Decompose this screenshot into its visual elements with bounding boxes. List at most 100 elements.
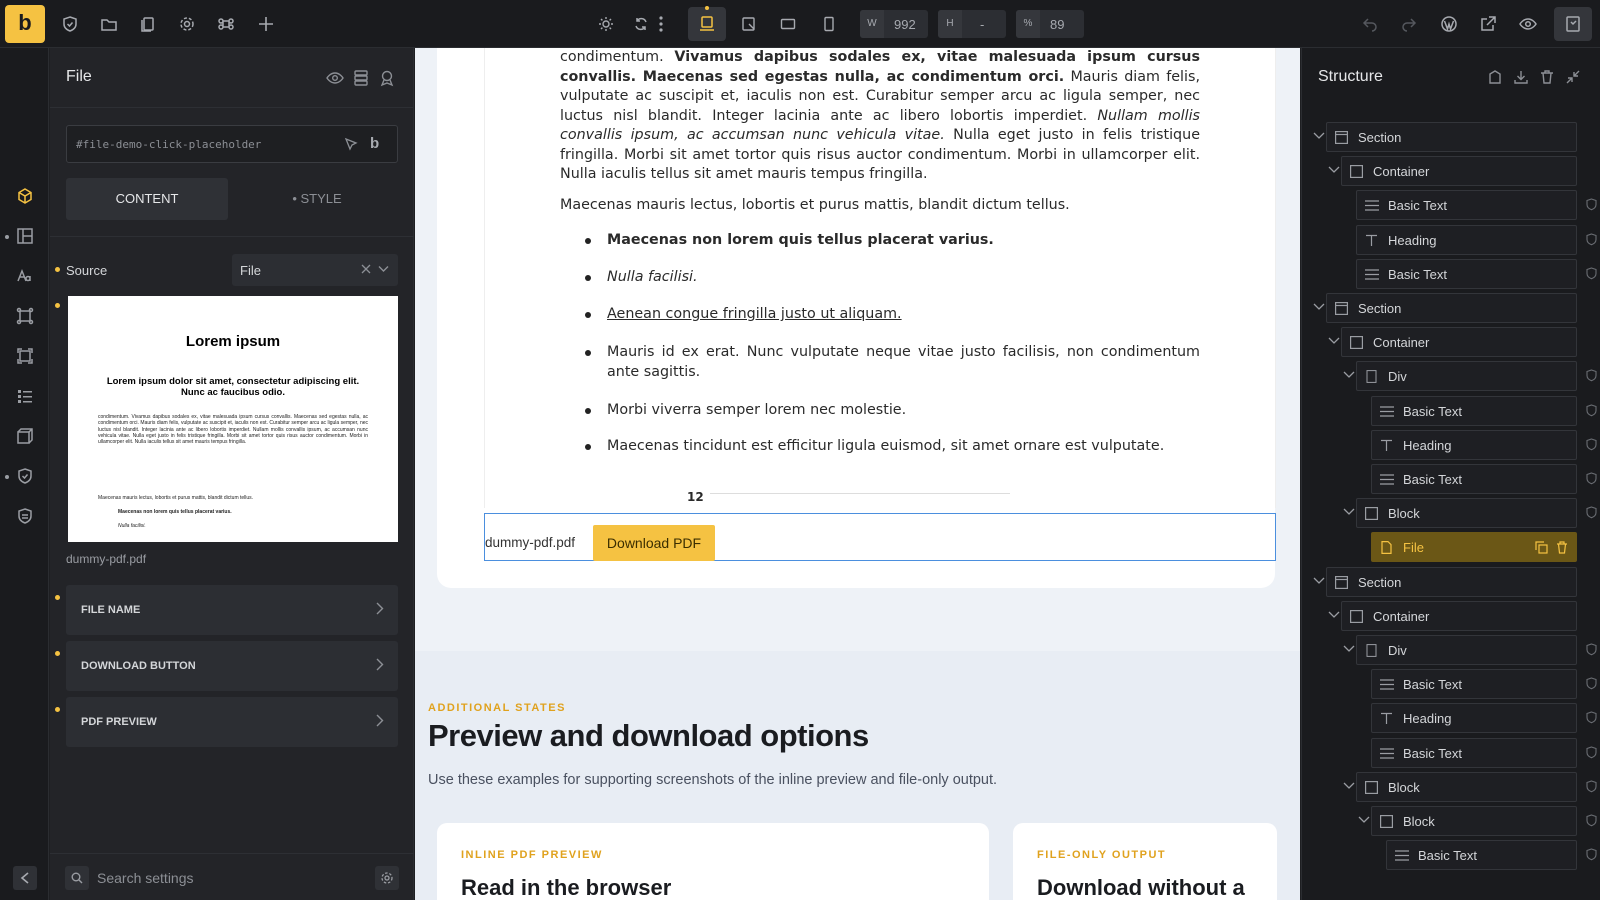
pdf-thumbnail[interactable]: Lorem ipsum Lorem ipsum dolor sit amet, … (68, 296, 398, 542)
box-3d-icon[interactable] (16, 427, 36, 447)
shield-code-icon[interactable] (16, 507, 36, 527)
eye-icon[interactable] (326, 69, 344, 87)
structure-node[interactable]: Div (1356, 635, 1577, 665)
shield-icon[interactable] (1586, 677, 1597, 690)
chevron-down-icon[interactable] (1313, 132, 1325, 144)
structure-node[interactable]: Heading (1371, 703, 1577, 734)
collapse-panel-button[interactable] (13, 866, 37, 890)
tablet-icon[interactable] (772, 8, 804, 40)
structure-node[interactable]: Basic Text (1356, 190, 1577, 221)
width-field[interactable]: W 992 (860, 10, 928, 38)
structure-node[interactable]: Heading (1356, 224, 1577, 255)
sun-icon[interactable] (590, 8, 622, 40)
layout-icon[interactable] (16, 227, 36, 247)
components-icon[interactable] (16, 307, 36, 327)
structure-node[interactable]: Div (1356, 361, 1577, 392)
zoom-field[interactable]: % 89 (1016, 10, 1084, 38)
badge-icon[interactable] (378, 69, 396, 87)
pages-icon[interactable] (132, 8, 164, 40)
refresh-icon[interactable] (625, 8, 657, 40)
chevron-down-icon[interactable] (1343, 782, 1355, 794)
collapse-icon[interactable] (1565, 69, 1581, 85)
chevron-down-icon[interactable] (1328, 611, 1340, 623)
shield-icon[interactable] (1586, 267, 1597, 280)
command-icon[interactable] (210, 8, 242, 40)
external-link-icon[interactable] (1472, 8, 1504, 40)
typography-icon[interactable] (16, 267, 36, 287)
structure-node[interactable]: Basic Text (1371, 395, 1577, 426)
clear-icon[interactable] (361, 264, 371, 274)
wordpress-icon[interactable] (1433, 8, 1465, 40)
mobile-icon[interactable] (813, 8, 845, 40)
structure-node[interactable]: Block (1356, 771, 1577, 802)
height-field[interactable]: H- (938, 10, 1006, 38)
pdf-preview[interactable]: condimentum. Vivamus dapibus sodales ex,… (484, 48, 1276, 508)
more-vertical-icon[interactable] (654, 8, 668, 40)
chevron-down-icon[interactable] (1328, 337, 1340, 349)
plus-icon[interactable] (250, 8, 282, 40)
structure-node[interactable]: Block (1356, 498, 1577, 529)
structure-node[interactable]: Basic Text (1356, 258, 1577, 289)
section-file-name[interactable]: FILE NAME (66, 585, 398, 635)
undo-icon[interactable] (1354, 8, 1386, 40)
download-icon[interactable] (1513, 69, 1529, 85)
class-badge[interactable]: b (370, 135, 379, 152)
chevron-down-icon[interactable] (1343, 508, 1355, 520)
structure-node[interactable]: Section (1326, 566, 1577, 597)
structure-node[interactable]: File (1371, 532, 1577, 563)
gear-icon[interactable] (375, 866, 399, 890)
grid-dots-icon[interactable] (16, 387, 36, 407)
section-pdf-preview[interactable]: PDF PREVIEW (66, 697, 398, 747)
shield-icon[interactable] (1586, 369, 1597, 382)
chevron-down-icon[interactable] (1343, 645, 1355, 657)
shield-icon[interactable] (1586, 711, 1597, 724)
structure-node[interactable]: Container (1341, 600, 1577, 631)
chevron-down-icon[interactable] (1343, 371, 1355, 383)
file-name[interactable]: dummy-pdf.pdf (485, 535, 575, 550)
tab-style[interactable]: • STYLE (236, 178, 398, 220)
structure-node[interactable]: Container (1341, 156, 1577, 187)
database-icon[interactable] (352, 69, 370, 87)
css-selector-input[interactable]: #file-demo-click-placeholder b (66, 125, 398, 163)
redo-icon[interactable] (1393, 8, 1425, 40)
eye-icon[interactable] (1512, 8, 1544, 40)
structure-node[interactable]: Heading (1371, 429, 1577, 460)
search-input[interactable]: Search settings (97, 870, 194, 886)
shield-icon[interactable] (1586, 472, 1597, 485)
structure-node[interactable]: Section (1326, 122, 1577, 152)
frame-icon[interactable] (16, 347, 36, 367)
structure-node[interactable]: Section (1326, 293, 1577, 323)
tab-content[interactable]: CONTENT (66, 178, 228, 220)
structure-node[interactable]: Basic Text (1371, 737, 1577, 768)
chevron-down-icon[interactable] (1313, 577, 1325, 589)
cube-icon[interactable] (16, 187, 36, 207)
shield-check-icon[interactable] (16, 467, 36, 487)
folder-icon[interactable] (93, 8, 125, 40)
shield-icon[interactable] (1586, 233, 1597, 246)
desktop-breakpoint-icon[interactable] (688, 7, 726, 41)
chevron-down-icon[interactable] (1358, 816, 1370, 828)
trash-icon[interactable] (1556, 541, 1568, 554)
trash-icon[interactable] (1539, 69, 1555, 85)
shield-icon[interactable] (1586, 746, 1597, 759)
bookmark-icon[interactable] (1487, 69, 1503, 85)
shield-icon[interactable] (1586, 848, 1597, 861)
shield-icon[interactable] (54, 8, 86, 40)
chevron-down-icon[interactable] (1328, 166, 1340, 178)
structure-toggle-icon[interactable] (1554, 7, 1592, 41)
structure-node[interactable]: Basic Text (1371, 669, 1577, 700)
section-download-button[interactable]: DOWNLOAD BUTTON (66, 641, 398, 691)
shield-icon[interactable] (1586, 780, 1597, 793)
builder-logo[interactable]: b (5, 5, 45, 43)
shield-icon[interactable] (1586, 404, 1597, 417)
cursor-pick-icon[interactable] (344, 137, 358, 151)
structure-node[interactable]: Block (1371, 806, 1577, 836)
shield-icon[interactable] (1586, 438, 1597, 451)
shield-icon[interactable] (1586, 506, 1597, 519)
tablet-landscape-icon[interactable] (733, 8, 765, 40)
shield-icon[interactable] (1586, 814, 1597, 827)
chevron-down-icon[interactable] (1313, 303, 1325, 315)
gear-icon[interactable] (171, 8, 203, 40)
structure-node[interactable]: Container (1341, 327, 1577, 358)
source-select[interactable]: File (232, 254, 398, 286)
